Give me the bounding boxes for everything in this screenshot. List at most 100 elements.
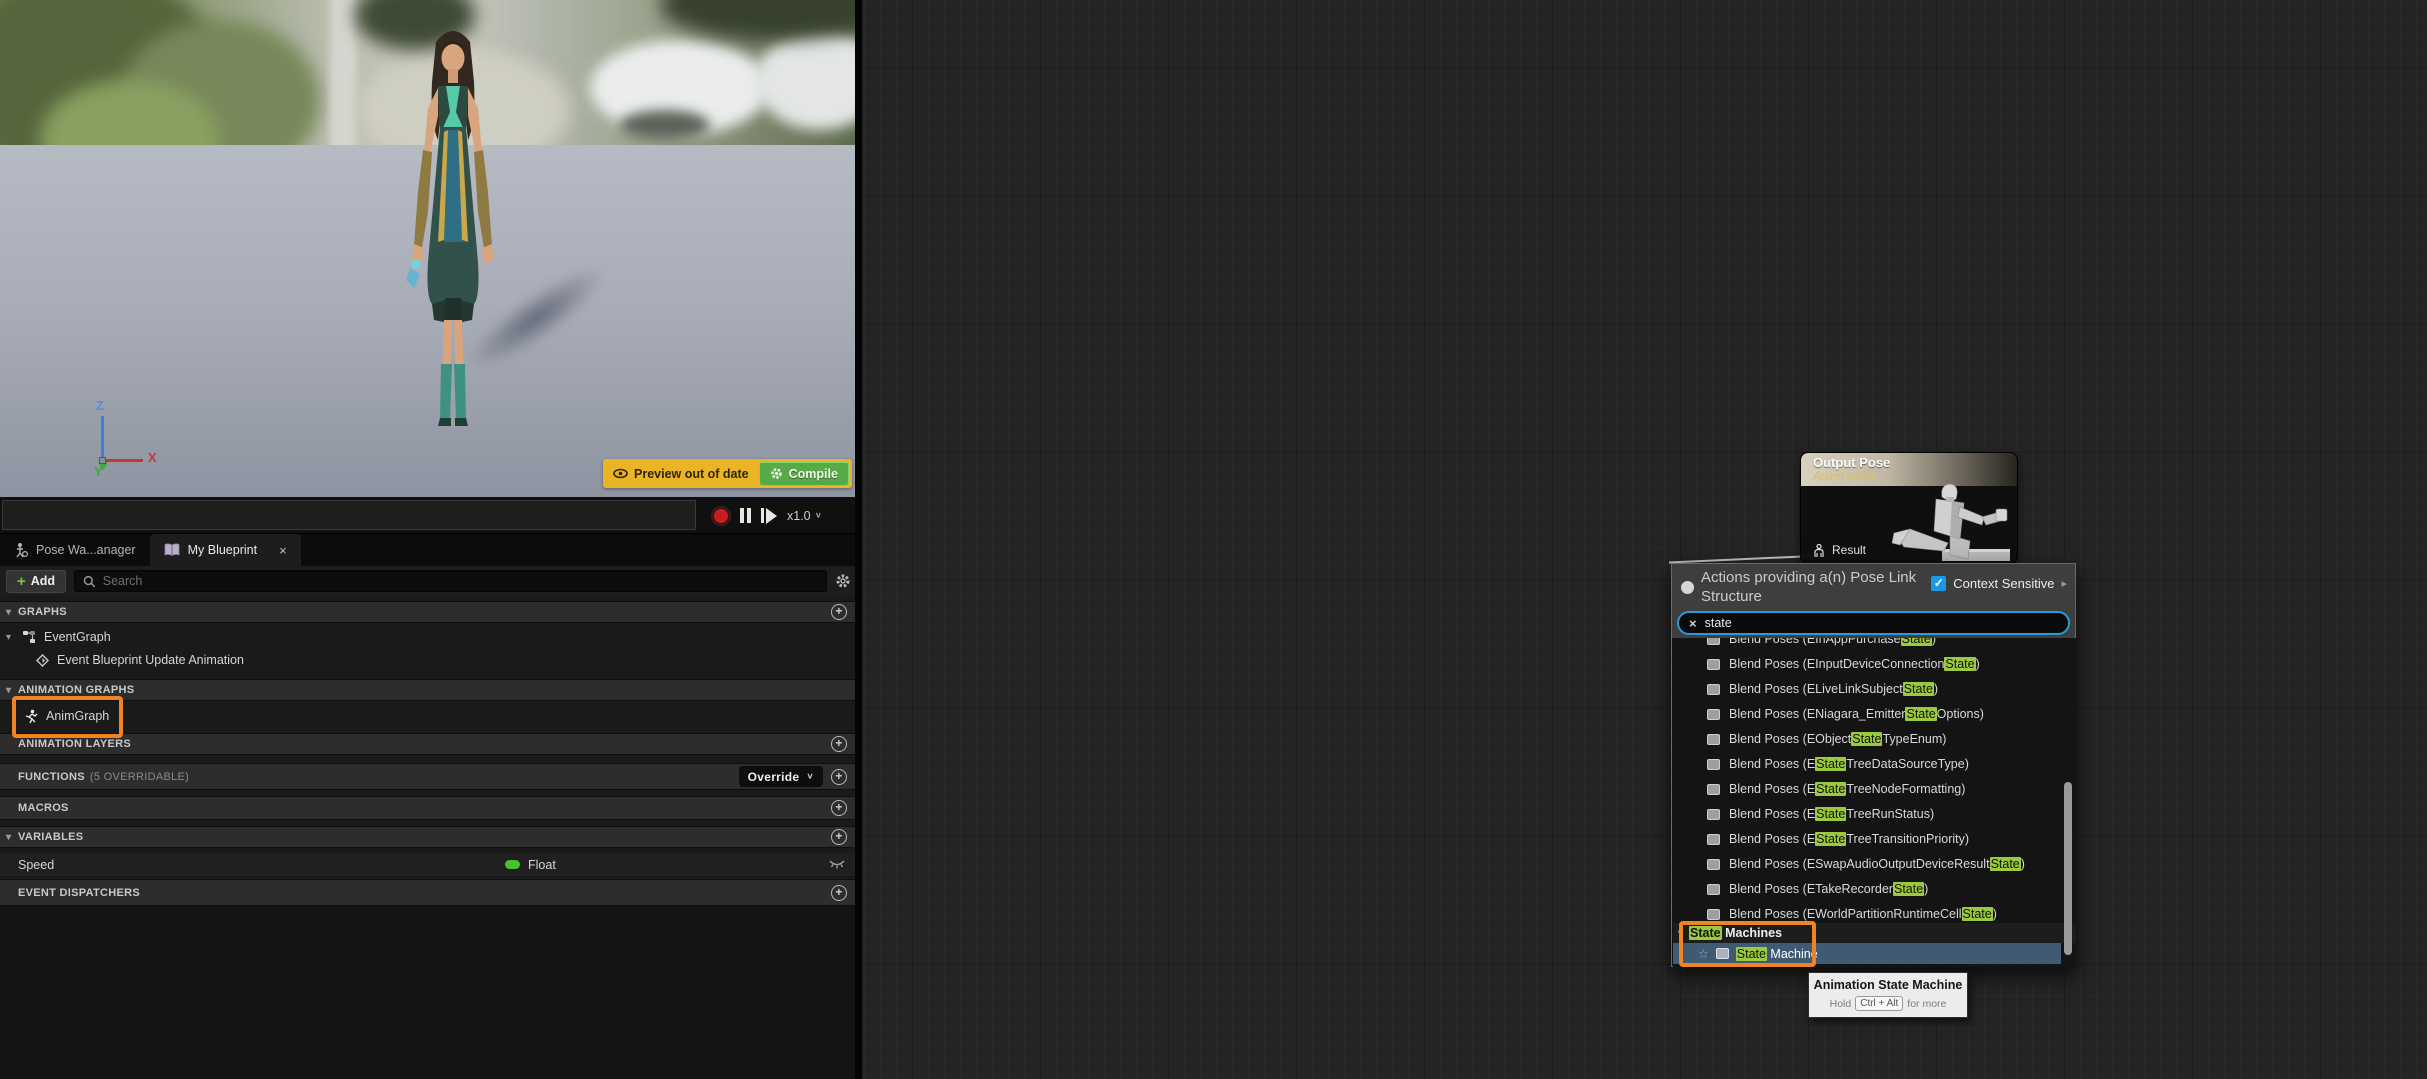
tab-my-blueprint[interactable]: My Blueprint × bbox=[150, 534, 301, 566]
variables-section-header[interactable]: ▾ VARIABLES + bbox=[0, 826, 855, 848]
enum-icon bbox=[1707, 784, 1720, 795]
gizmo-x-axis bbox=[103, 459, 143, 462]
preview-viewport[interactable]: Z X Y Preview out of date Compile bbox=[0, 0, 857, 497]
menu-item[interactable]: Blend Poses (EInputDeviceConnectionState… bbox=[1673, 652, 2076, 677]
axis-gizmo: Z X Y bbox=[70, 398, 180, 488]
event-update-row[interactable]: Event Blueprint Update Animation bbox=[0, 650, 855, 670]
gizmo-z-axis bbox=[101, 416, 104, 462]
menu-item[interactable]: Blend Poses (ESwapAudioOutputDeviceResul… bbox=[1673, 852, 2076, 877]
add-animation-layer-button[interactable]: + bbox=[831, 736, 847, 752]
scrollbar-thumb[interactable] bbox=[2064, 782, 2072, 955]
pose-watch-icon bbox=[14, 542, 28, 558]
panel-empty-area bbox=[0, 906, 855, 1079]
context-menu-header: Actions providing a(n) Pose Link Structu… bbox=[1672, 564, 2075, 608]
menu-item-label: Blend Poses (EStateTreeNodeFormatting) bbox=[1729, 782, 1965, 796]
result-pin[interactable]: Result bbox=[1813, 543, 1866, 557]
timeline-scrubber[interactable] bbox=[2, 500, 696, 530]
functions-header-label: FUNCTIONS bbox=[18, 771, 85, 783]
graphs-section-header[interactable]: ▾ GRAPHS + bbox=[0, 601, 855, 623]
menu-item[interactable]: Blend Poses (EStateTreeDataSourceType) bbox=[1673, 752, 2076, 777]
add-function-button[interactable]: + bbox=[831, 769, 847, 785]
override-dropdown[interactable]: Override ∨ bbox=[739, 766, 823, 787]
enum-icon bbox=[1707, 884, 1720, 895]
add-graph-button[interactable]: + bbox=[831, 604, 847, 620]
expander-icon[interactable]: ▾ bbox=[6, 607, 11, 618]
photo-blob bbox=[330, 0, 356, 145]
photo-blob bbox=[755, 30, 857, 130]
step-forward-button[interactable] bbox=[761, 508, 777, 524]
animation-layers-header-label: ANIMATION LAYERS bbox=[18, 738, 131, 750]
event-dispatchers-section-header[interactable]: EVENT DISPATCHERS + bbox=[0, 879, 855, 906]
compile-button[interactable]: Compile bbox=[759, 462, 849, 486]
output-pose-node[interactable]: Output Pose AnimGraph Result bbox=[1800, 452, 2018, 564]
add-button-label: Add bbox=[31, 574, 55, 588]
add-button[interactable]: + Add bbox=[6, 570, 66, 593]
clear-search-icon[interactable]: × bbox=[1689, 616, 1697, 631]
menu-item[interactable]: Blend Poses (EObjectStateTypeEnum) bbox=[1673, 727, 2076, 752]
chevron-right-icon[interactable]: ▸ bbox=[2061, 577, 2067, 590]
graph-actions-context-menu: Actions providing a(n) Pose Link Structu… bbox=[1671, 563, 2076, 967]
chevron-down-icon: ∨ bbox=[806, 772, 814, 781]
add-macro-button[interactable]: + bbox=[831, 800, 847, 816]
menu-item[interactable]: Blend Poses (ENiagara_EmitterStateOption… bbox=[1673, 702, 2076, 727]
preview-character bbox=[398, 12, 508, 430]
event-graph-row[interactable]: ▾ EventGraph bbox=[0, 626, 855, 648]
close-icon[interactable]: × bbox=[279, 543, 287, 558]
menu-item[interactable]: Blend Poses (EStateTreeRunStatus) bbox=[1673, 802, 2076, 827]
event-graph-label: EventGraph bbox=[44, 630, 111, 644]
variable-speed-row[interactable]: Speed Float bbox=[0, 853, 855, 876]
context-menu-search-box[interactable]: × bbox=[1677, 611, 2070, 635]
eye-icon bbox=[613, 468, 628, 479]
menu-item-label: Blend Poses (EStateTreeRunStatus) bbox=[1729, 807, 1934, 821]
menu-item[interactable]: Blend Poses (EStateTreeNodeFormatting) bbox=[1673, 777, 2076, 802]
tab-pose-watch-manager[interactable]: Pose Wa...anager bbox=[0, 534, 150, 566]
expander-icon[interactable]: ▾ bbox=[6, 632, 11, 643]
functions-section-header[interactable]: FUNCTIONS (5 OVERRIDABLE) Override ∨ + bbox=[0, 763, 855, 790]
menu-item[interactable]: Blend Poses (EStateTreeTransitionPriorit… bbox=[1673, 827, 2076, 852]
add-event-dispatcher-button[interactable]: + bbox=[831, 885, 847, 901]
search-input[interactable] bbox=[103, 574, 818, 588]
playback-timeline: x1.0 ∨ bbox=[0, 497, 857, 534]
pause-button[interactable] bbox=[740, 508, 751, 523]
expander-icon[interactable]: ▾ bbox=[6, 832, 11, 843]
menu-item[interactable]: Blend Poses (EInAppPurchaseState) bbox=[1673, 638, 2076, 652]
my-blueprint-panel: ▾ GRAPHS + ▾ EventGraph Event Blueprint … bbox=[0, 596, 857, 906]
my-blueprint-toolbar: + Add bbox=[0, 566, 857, 596]
gizmo-x-label: X bbox=[148, 450, 157, 465]
expander-icon[interactable]: ▾ bbox=[6, 685, 11, 696]
menu-item[interactable]: Blend Poses (ELiveLinkSubjectState) bbox=[1673, 677, 2076, 702]
menu-item-label: Blend Poses (ENiagara_EmitterStateOption… bbox=[1729, 707, 1984, 721]
anim-graph-canvas[interactable]: Output Pose AnimGraph Result bbox=[862, 0, 2427, 1079]
panel-divider[interactable] bbox=[855, 0, 862, 1079]
float-type-pill bbox=[505, 860, 520, 869]
enum-icon bbox=[1707, 909, 1720, 920]
anim-graph-row[interactable]: AnimGraph bbox=[0, 703, 855, 729]
menu-item[interactable]: Blend Poses (ETakeRecorderState) bbox=[1673, 877, 2076, 902]
menu-item-label: Blend Poses (ELiveLinkSubjectState) bbox=[1729, 682, 1938, 696]
tooltip-keys: Ctrl + Alt bbox=[1855, 996, 1903, 1011]
tooltip-title: Animation State Machine bbox=[1809, 978, 1967, 992]
enum-icon bbox=[1707, 834, 1720, 845]
context-menu-search-input[interactable] bbox=[1705, 616, 2058, 630]
macros-section-header[interactable]: MACROS + bbox=[0, 796, 855, 820]
animation-graphs-section-header[interactable]: ▾ ANIMATION GRAPHS bbox=[0, 679, 855, 701]
my-blueprint-search[interactable] bbox=[74, 570, 827, 592]
animation-layers-section-header[interactable]: ANIMATION LAYERS + bbox=[0, 733, 855, 755]
add-variable-button[interactable]: + bbox=[831, 829, 847, 845]
context-sensitive-label: Context Sensitive bbox=[1953, 576, 2054, 591]
compile-status-bar: Preview out of date Compile bbox=[603, 459, 852, 488]
menu-item-label: Blend Poses (EStateTreeTransitionPriorit… bbox=[1729, 832, 1969, 846]
settings-gear-icon[interactable] bbox=[835, 573, 851, 589]
enum-icon bbox=[1707, 809, 1720, 820]
graphs-header-label: GRAPHS bbox=[18, 606, 67, 618]
record-button[interactable] bbox=[712, 507, 730, 525]
playback-speed-dropdown[interactable]: x1.0 ∨ bbox=[787, 509, 822, 523]
photo-blob bbox=[620, 110, 710, 140]
context-menu-list: Blend Poses (EWorldPartitionRuntimeCellS… bbox=[1673, 638, 2076, 967]
tab-label: My Blueprint bbox=[188, 543, 257, 557]
gear-icon bbox=[770, 467, 783, 480]
context-menu-search-area: × bbox=[1672, 608, 2075, 638]
eye-closed-icon[interactable] bbox=[829, 860, 845, 869]
context-sensitive-checkbox[interactable]: ✓ bbox=[1931, 576, 1946, 591]
event-icon bbox=[36, 654, 49, 667]
